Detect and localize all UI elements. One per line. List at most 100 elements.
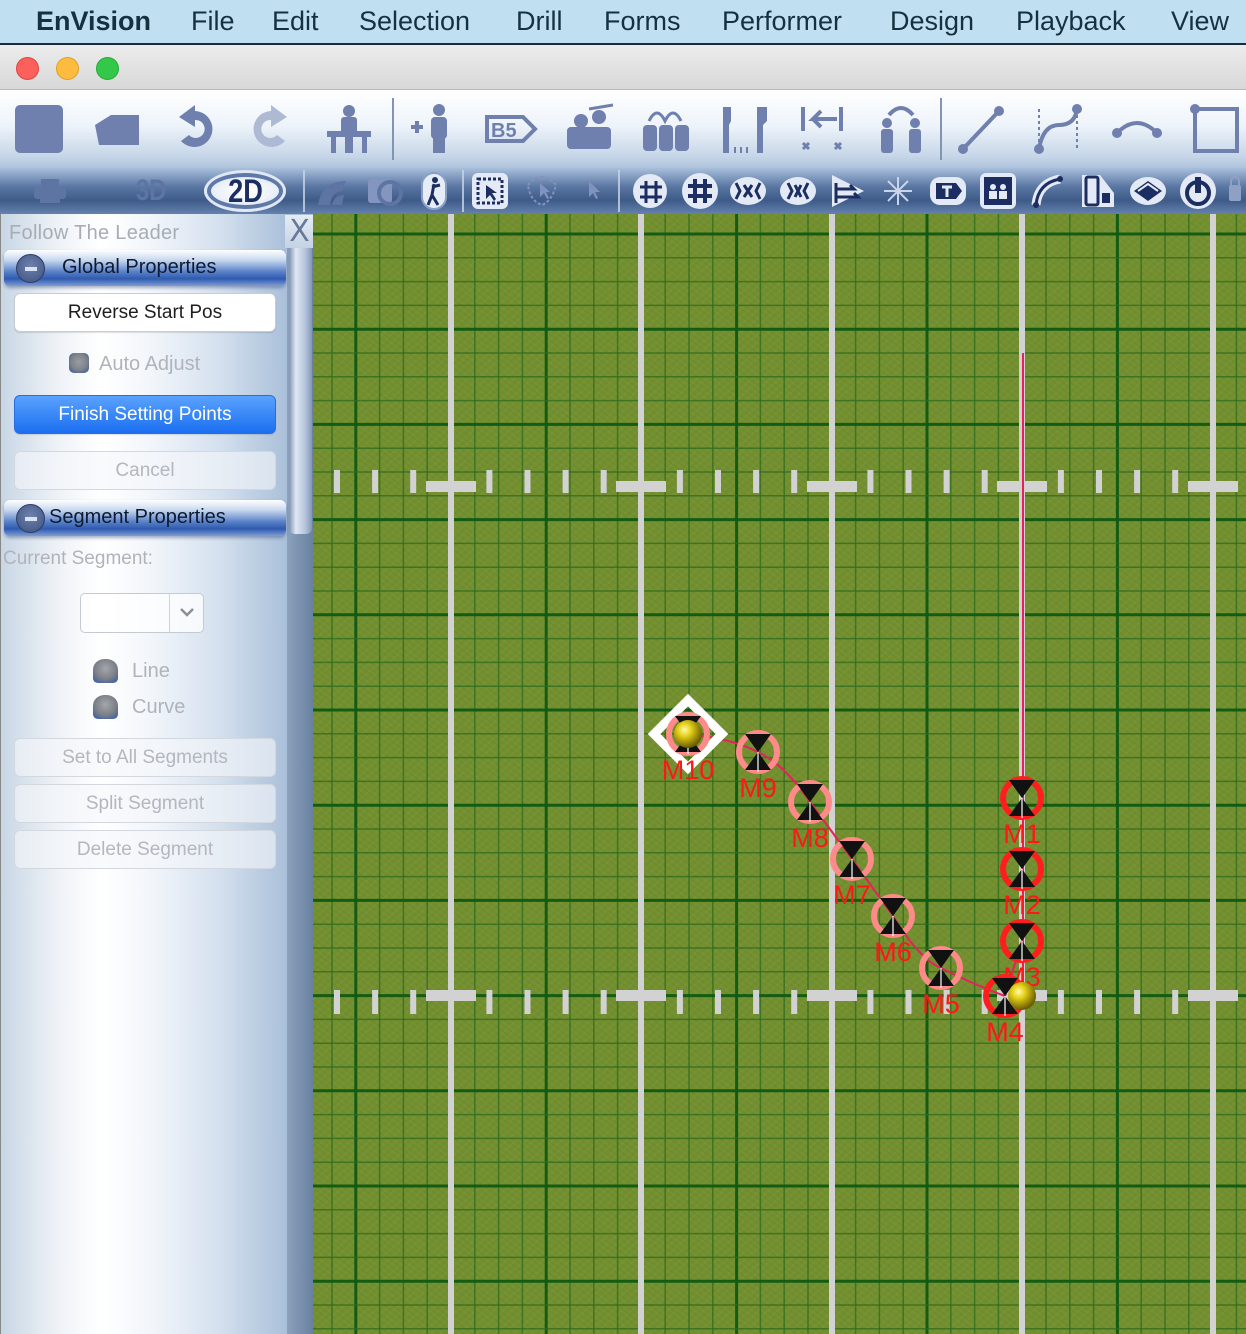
follow-the-leader-panel: Follow The Leader X Global Properties Re…: [0, 214, 314, 1334]
performer-group-icon: [567, 103, 614, 149]
add-performer-icon: [411, 104, 447, 153]
hash-tick: [524, 990, 531, 1014]
performers-box-icon: [980, 173, 1016, 209]
path-tool-button[interactable]: [310, 170, 354, 212]
panel-scrollbar-thumb[interactable]: [289, 248, 312, 534]
hash-tick: [1057, 470, 1064, 493]
menu-design[interactable]: Design: [890, 6, 974, 37]
menu-drill[interactable]: Drill: [516, 6, 563, 37]
field-svg[interactable]: M1M2M3M4M5M6M7M8M9M10: [313, 214, 1246, 1334]
menu-view[interactable]: View: [1171, 6, 1229, 37]
swap-performers-button[interactable]: [872, 100, 930, 158]
drill-field-canvas[interactable]: M1 M2 M3 M4 M5 M6 M7 M8 M9 M10: [313, 214, 1246, 1334]
auto-adjust-checkbox[interactable]: [69, 353, 89, 373]
hash-tick: [943, 470, 950, 493]
window-zoom-button[interactable]: [96, 57, 119, 80]
marker-label: M4: [986, 1017, 1024, 1047]
curve-path-button[interactable]: [1026, 170, 1070, 212]
delete-segment-button[interactable]: Delete Segment: [14, 830, 276, 869]
move-counts-button[interactable]: [794, 100, 852, 158]
chevron-down-icon: [180, 608, 194, 617]
power-button[interactable]: [1176, 170, 1220, 212]
hash-tick: [715, 990, 721, 1014]
hash-tick: [600, 990, 607, 1014]
undo-button[interactable]: [166, 100, 224, 158]
hash-tick: [372, 470, 379, 493]
draw-curve-button[interactable]: [1030, 100, 1088, 158]
performers-box-button[interactable]: [976, 170, 1020, 212]
reverse-start-pos-button[interactable]: Reverse Start Pos: [14, 293, 276, 332]
marker-label: M6: [874, 937, 912, 967]
flag-line-icon: [723, 107, 767, 153]
menu-selection[interactable]: Selection: [359, 6, 470, 37]
marker-label: M5: [922, 989, 960, 1019]
numbered-performers-icon: [643, 111, 689, 151]
select-box-button[interactable]: [468, 170, 512, 212]
align-right-button[interactable]: [826, 170, 870, 212]
panel-scrollbar[interactable]: [287, 248, 314, 1334]
redo-button[interactable]: [242, 100, 300, 158]
view-2d-label: 2D: [227, 172, 263, 209]
pointer-select-button[interactable]: [570, 170, 614, 212]
performer-walk-button[interactable]: [412, 170, 456, 212]
lasso-select-button[interactable]: [520, 170, 564, 212]
view-3d-button[interactable]: 3D: [128, 170, 174, 212]
window-close-button[interactable]: [16, 57, 39, 80]
set-to-all-segments-button[interactable]: Set to All Segments: [14, 738, 276, 777]
window-minimize-button[interactable]: [56, 57, 79, 80]
leader-ball-icon: [674, 720, 702, 748]
expand-button[interactable]: [726, 170, 770, 212]
grid-button[interactable]: [678, 170, 722, 212]
panel-close-button[interactable]: X: [285, 214, 314, 249]
hash-tick: [1172, 990, 1179, 1014]
print-button[interactable]: [28, 170, 72, 212]
curve-radio[interactable]: [93, 695, 118, 719]
menu-app-name[interactable]: EnVision: [36, 6, 151, 37]
sparkle-button[interactable]: [876, 170, 920, 212]
add-performer-button[interactable]: [404, 100, 462, 158]
marker-label: M10: [662, 755, 715, 785]
global-properties-header[interactable]: Global Properties: [4, 250, 286, 286]
draw-rectangle-button[interactable]: [1186, 100, 1244, 158]
hash-tick: [715, 470, 721, 493]
view-2d-button[interactable]: 2D: [204, 170, 286, 212]
new-file-button[interactable]: [10, 100, 68, 158]
current-segment-select[interactable]: [80, 593, 204, 633]
camera-button[interactable]: [362, 170, 406, 212]
numbered-performers-button[interactable]: [638, 100, 696, 158]
finish-setting-points-button[interactable]: Finish Setting Points: [14, 395, 276, 434]
draw-line-button[interactable]: [952, 100, 1010, 158]
open-file-button[interactable]: [88, 100, 146, 158]
line-radio[interactable]: [93, 659, 118, 683]
hash-tick: [486, 990, 493, 1014]
contract-button[interactable]: [776, 170, 820, 212]
menu-playback[interactable]: Playback: [1016, 6, 1126, 37]
grid-snap-button[interactable]: [628, 170, 672, 212]
split-segment-button[interactable]: Split Segment: [14, 784, 276, 823]
label-tag-button[interactable]: B5: [482, 100, 540, 158]
swap-performers-icon: [881, 106, 921, 153]
draw-arc-button[interactable]: [1108, 100, 1166, 158]
lock-button[interactable]: [1224, 170, 1246, 212]
performer-desk-button[interactable]: [320, 100, 378, 158]
segment-properties-title: Segment Properties: [49, 506, 226, 528]
phone-icon: [1082, 175, 1114, 207]
menu-file[interactable]: File: [191, 6, 235, 37]
marker-label: M1: [1003, 819, 1041, 849]
phone-button[interactable]: [1076, 170, 1120, 212]
hash-tick: [372, 990, 379, 1014]
performer-group-button[interactable]: [560, 100, 618, 158]
cancel-button[interactable]: Cancel: [14, 451, 276, 490]
text-tag-icon: [930, 177, 966, 205]
close-icon: X: [289, 214, 310, 249]
text-tag-button[interactable]: [926, 170, 970, 212]
menu-forms[interactable]: Forms: [604, 6, 681, 37]
segment-properties-header[interactable]: Segment Properties: [4, 500, 286, 536]
hash-tick: [753, 990, 760, 1014]
menu-performer[interactable]: Performer: [722, 6, 842, 37]
hash-yard-bar: [616, 990, 666, 1001]
flag-line-button[interactable]: [716, 100, 774, 158]
menu-edit[interactable]: Edit: [272, 6, 319, 37]
layers-button[interactable]: [1126, 170, 1170, 212]
marker-m1: M1: [1000, 776, 1044, 849]
